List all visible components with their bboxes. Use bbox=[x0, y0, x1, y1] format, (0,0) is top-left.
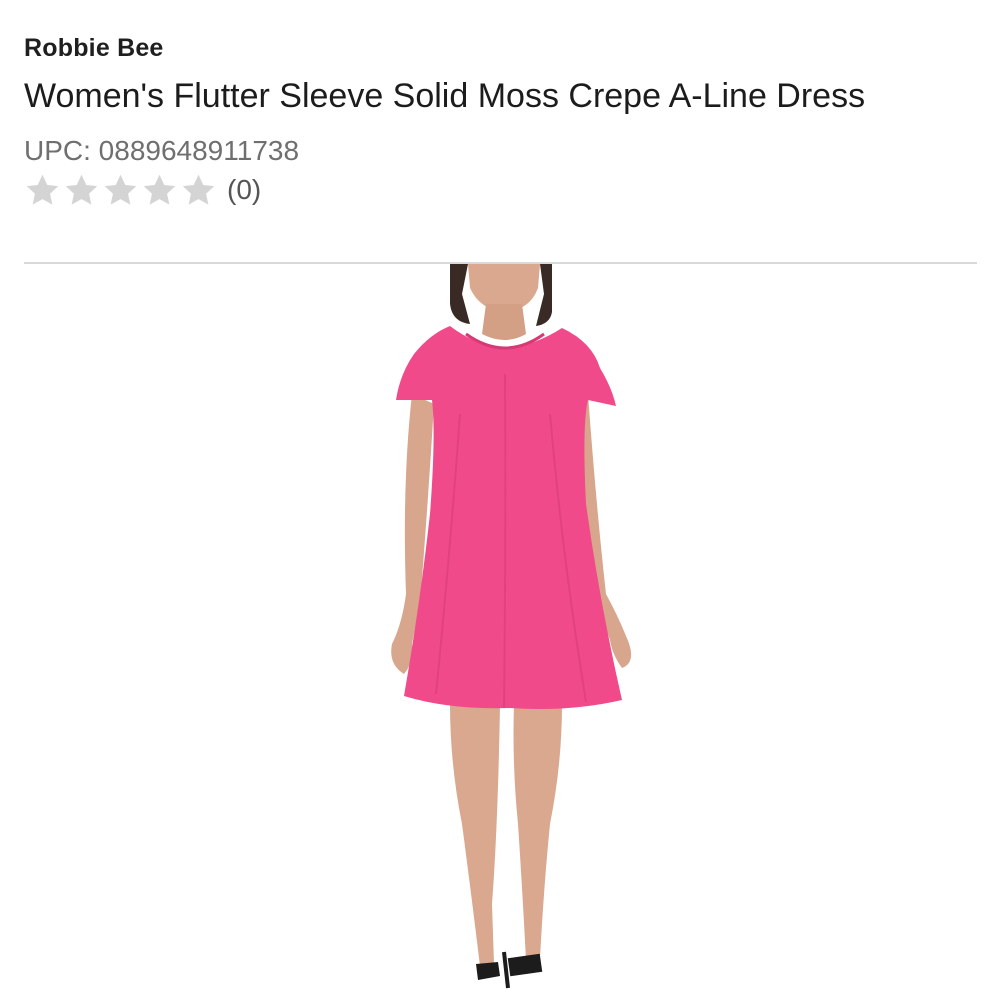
star-icon bbox=[143, 174, 176, 205]
star-rating[interactable] bbox=[24, 172, 217, 209]
upc-code: UPC: 0889648911738 bbox=[24, 135, 300, 166]
product-page: Robbie Bee Women's Flutter Sleeve Solid … bbox=[0, 0, 1000, 1000]
star-icon bbox=[26, 174, 59, 205]
star-icon bbox=[182, 174, 215, 205]
left-leg bbox=[450, 704, 500, 966]
hair bbox=[450, 264, 470, 324]
star-icon bbox=[104, 174, 137, 205]
product-header: Robbie Bee Women's Flutter Sleeve Solid … bbox=[24, 30, 984, 210]
neck bbox=[482, 304, 526, 340]
brand-name[interactable]: Robbie Bee bbox=[24, 30, 984, 66]
star-icon bbox=[65, 174, 98, 205]
left-shoe bbox=[476, 962, 500, 980]
right-leg bbox=[513, 704, 562, 960]
rating-row[interactable]: (0) bbox=[24, 170, 984, 210]
right-shoe bbox=[502, 951, 543, 989]
product-photo[interactable] bbox=[300, 264, 720, 1000]
product-title: Women's Flutter Sleeve Solid Moss Crepe … bbox=[24, 77, 866, 115]
review-count[interactable]: (0) bbox=[227, 173, 261, 207]
